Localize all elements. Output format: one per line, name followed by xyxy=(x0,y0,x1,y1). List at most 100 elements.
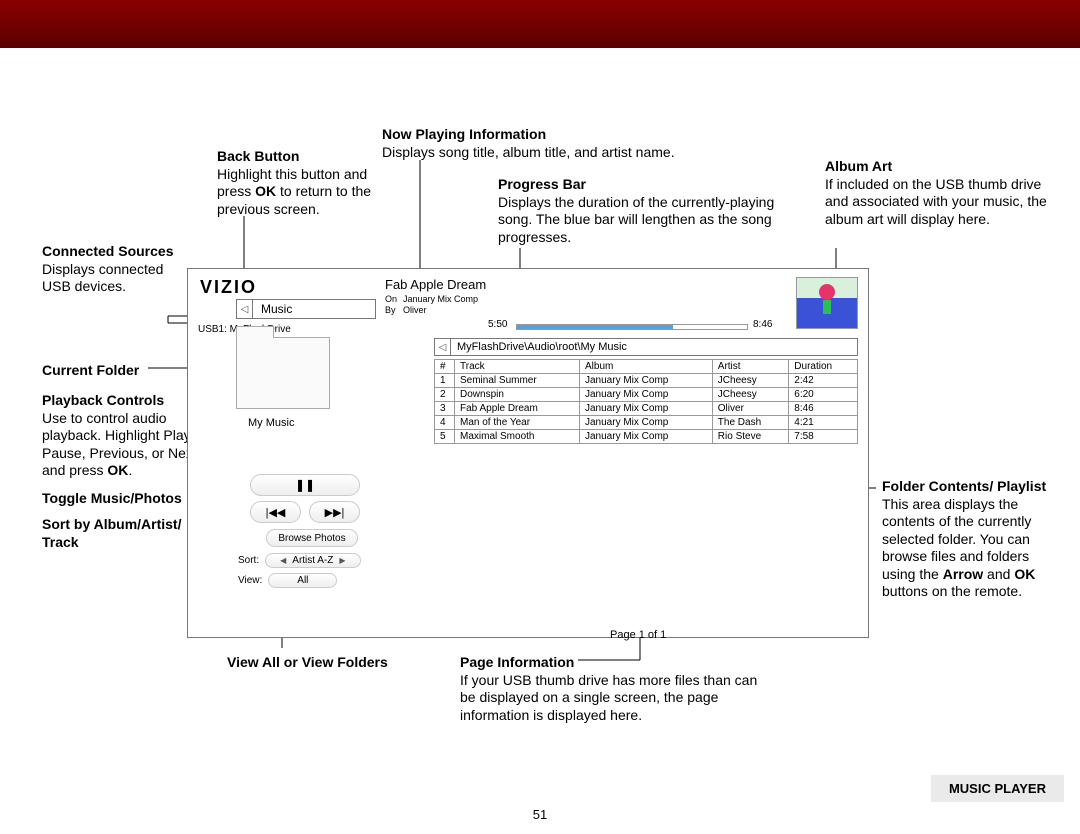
ann-body: Use to control audio playback. Highlight… xyxy=(42,410,197,479)
table-row[interactable]: 5Maximal SmoothJanuary Mix CompRio Steve… xyxy=(435,430,858,444)
ann-connected-sources: Connected Sources Displays connected USB… xyxy=(42,243,182,296)
cell-num: 2 xyxy=(435,388,455,402)
sort-right-icon: ▶ xyxy=(339,556,345,565)
time-elapsed: 5:50 xyxy=(488,319,507,330)
page-info-text: Page 1 of 1 xyxy=(610,629,666,641)
ann-body: Displays song title, album title, and ar… xyxy=(382,144,675,160)
cell-artist: The Dash xyxy=(712,416,789,430)
cell-num: 1 xyxy=(435,374,455,388)
sort-left-icon: ◀ xyxy=(280,556,286,565)
pause-button[interactable]: ❚❚ xyxy=(250,474,360,496)
cell-artist: JCheesy xyxy=(712,388,789,402)
ann-view: View All or View Folders xyxy=(227,654,397,672)
now-playing-title: Fab Apple Dream xyxy=(385,277,486,292)
music-nav-button[interactable]: ◁ Music xyxy=(236,299,376,319)
progress-fill xyxy=(517,325,673,329)
prev-next-row: |◀◀ ▶▶| xyxy=(250,501,360,523)
by-label: By xyxy=(385,305,403,316)
folder-icon[interactable] xyxy=(236,337,330,409)
ann-title: Page Information xyxy=(460,654,574,670)
ann-body: Displays the duration of the currently-p… xyxy=(498,194,774,245)
table-header-row: # Track Album Artist Duration xyxy=(435,360,858,374)
browse-photos-button[interactable]: Browse Photos xyxy=(266,529,358,547)
cell-track: Man of the Year xyxy=(455,416,580,430)
path-text: MyFlashDrive\Audio\root\My Music xyxy=(451,341,627,353)
table-row[interactable]: 4Man of the YearJanuary Mix CompThe Dash… xyxy=(435,416,858,430)
ann-album-art: Album Art If included on the USB thumb d… xyxy=(825,158,1050,228)
view-selector[interactable]: All xyxy=(268,573,337,588)
col-album: Album xyxy=(580,360,713,374)
music-label: Music xyxy=(253,302,292,316)
track-table: # Track Album Artist Duration 1Seminal S… xyxy=(434,359,858,444)
cell-album: January Mix Comp xyxy=(580,388,713,402)
ann-title: Progress Bar xyxy=(498,176,586,192)
col-duration: Duration xyxy=(789,360,858,374)
now-playing-meta: OnJanuary Mix Comp ByOliver xyxy=(385,294,478,316)
ann-title: Sort by Album/Artist/ Track xyxy=(42,516,182,550)
by-value: Oliver xyxy=(403,305,427,315)
cell-duration: 7:58 xyxy=(789,430,858,444)
ann-now-playing: Now Playing Information Displays song ti… xyxy=(382,126,762,161)
ann-body: This area displays the contents of the c… xyxy=(882,496,1035,600)
album-art xyxy=(796,277,858,329)
ann-title: Current Folder xyxy=(42,362,139,378)
table-row[interactable]: 1Seminal SummerJanuary Mix CompJCheesy2:… xyxy=(435,374,858,388)
ann-title: View All or View Folders xyxy=(227,654,388,670)
page-content: Back Button Highlight this button and pr… xyxy=(0,48,1080,834)
sort-value: Artist A-Z xyxy=(292,555,333,566)
cell-duration: 8:46 xyxy=(789,402,858,416)
cell-track: Maximal Smooth xyxy=(455,430,580,444)
cell-duration: 6:20 xyxy=(789,388,858,402)
path-row: ◁ MyFlashDrive\Audio\root\My Music xyxy=(434,338,858,356)
on-label: On xyxy=(385,294,403,305)
folder-tab-icon xyxy=(236,326,274,338)
cell-album: January Mix Comp xyxy=(580,374,713,388)
cell-album: January Mix Comp xyxy=(580,430,713,444)
col-num: # xyxy=(435,360,455,374)
sort-selector[interactable]: ◀ Artist A-Z ▶ xyxy=(265,553,360,568)
progress-bar[interactable] xyxy=(516,324,748,330)
ann-title: Back Button xyxy=(217,148,299,164)
cell-artist: JCheesy xyxy=(712,374,789,388)
ann-body: Displays connected USB devices. xyxy=(42,261,163,295)
header-bar xyxy=(0,0,1080,48)
ann-title: Connected Sources xyxy=(42,243,173,259)
sort-label: Sort: xyxy=(238,555,259,566)
folder-name: My Music xyxy=(248,417,294,429)
cell-num: 4 xyxy=(435,416,455,430)
view-label: View: xyxy=(238,575,262,586)
ann-progress-bar: Progress Bar Displays the duration of th… xyxy=(498,176,798,246)
prev-button[interactable]: |◀◀ xyxy=(250,501,301,523)
ann-body: Highlight this button and press OK to re… xyxy=(217,166,371,217)
sort-row: Sort: ◀ Artist A-Z ▶ xyxy=(238,553,361,568)
view-row: View: All xyxy=(238,573,337,588)
on-value: January Mix Comp xyxy=(403,294,478,304)
ann-body: If included on the USB thumb drive and a… xyxy=(825,176,1047,227)
ann-title: Playback Controls xyxy=(42,392,164,408)
back-arrow-icon[interactable]: ◁ xyxy=(237,300,253,318)
ann-title: Now Playing Information xyxy=(382,126,546,142)
cell-duration: 2:42 xyxy=(789,374,858,388)
page-number: 51 xyxy=(533,807,547,822)
ann-folder-contents: Folder Contents/ Playlist This area disp… xyxy=(882,478,1057,601)
next-button[interactable]: ▶▶| xyxy=(309,501,360,523)
footer-section-label: MUSIC PLAYER xyxy=(931,775,1064,802)
ann-title: Album Art xyxy=(825,158,892,174)
cell-album: January Mix Comp xyxy=(580,402,713,416)
cell-artist: Rio Steve xyxy=(712,430,789,444)
view-value: All xyxy=(297,575,308,586)
table-row[interactable]: 2DownspinJanuary Mix CompJCheesy6:20 xyxy=(435,388,858,402)
ann-page-info: Page Information If your USB thumb drive… xyxy=(460,654,760,724)
path-back-icon[interactable]: ◁ xyxy=(435,339,451,355)
cell-duration: 4:21 xyxy=(789,416,858,430)
time-total: 8:46 xyxy=(753,319,772,330)
ann-body: If your USB thumb drive has more files t… xyxy=(460,672,757,723)
cell-track: Seminal Summer xyxy=(455,374,580,388)
col-artist: Artist xyxy=(712,360,789,374)
cell-num: 5 xyxy=(435,430,455,444)
ann-title: Folder Contents/ Playlist xyxy=(882,478,1046,494)
cell-album: January Mix Comp xyxy=(580,416,713,430)
cell-num: 3 xyxy=(435,402,455,416)
table-row[interactable]: 3Fab Apple DreamJanuary Mix CompOliver8:… xyxy=(435,402,858,416)
vizio-logo: VIZIO xyxy=(200,277,257,298)
